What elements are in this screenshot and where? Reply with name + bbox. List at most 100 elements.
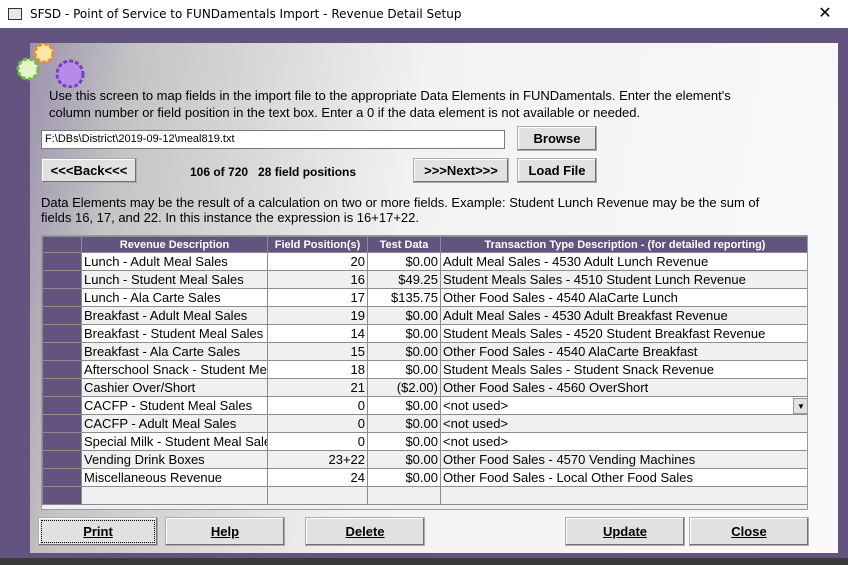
- cell-test-data: $0.00: [367, 396, 441, 415]
- browse-button[interactable]: Browse: [517, 126, 597, 151]
- header-field-positions[interactable]: Field Position(s): [267, 236, 368, 253]
- cell-text: <not used>: [443, 434, 509, 449]
- cell-field-position[interactable]: 15: [267, 342, 368, 361]
- cell-transaction-type[interactable]: ▼ <not used>: [440, 396, 807, 415]
- cell-transaction-type[interactable]: Student Meals Sales - 4520 Student Break…: [440, 324, 807, 343]
- table-row[interactable]: Breakfast - Student Meal Sales 14 $0.00 Stu…: [42, 324, 807, 343]
- cell-transaction-type[interactable]: Student Meals Sales - 4510 Student Lunch…: [440, 270, 807, 289]
- cell-transaction-type[interactable]: Other Food Sales - 4560 OverShort: [440, 378, 807, 397]
- cell-transaction-type[interactable]: Other Food Sales - 4540 AlaCarte Lunch: [440, 288, 807, 307]
- cell-field-position[interactable]: 20: [267, 252, 368, 271]
- cell-transaction-type[interactable]: Student Meals Sales - Student Snack Reve…: [440, 360, 807, 379]
- cell-transaction-type[interactable]: Other Food Sales - 4540 AlaCarte Breakfa…: [440, 342, 807, 361]
- cell-text: Lunch - Student Meal Sales: [84, 272, 244, 287]
- table-row[interactable]: Lunch - Adult Meal Sales 20 $0.00 Adult Mea…: [42, 252, 807, 271]
- cell-field-position[interactable]: 16: [267, 270, 368, 289]
- row-selector[interactable]: [42, 486, 82, 505]
- cell-transaction-type[interactable]: <not used>: [440, 414, 807, 433]
- cell-field-position[interactable]: 19: [267, 306, 368, 325]
- next-button[interactable]: >>>Next>>>: [413, 158, 509, 183]
- dropdown-arrow-icon[interactable]: ▼: [793, 397, 807, 414]
- cell-text: Breakfast - Student Meal Sales: [84, 326, 264, 341]
- cell-test-data: $0.00: [367, 432, 441, 451]
- update-button[interactable]: Update: [565, 517, 685, 546]
- cell-revenue-description: Lunch - Ala Carte Sales: [81, 288, 268, 307]
- cell-field-position[interactable]: 0: [267, 396, 368, 415]
- cell-field-position[interactable]: 18: [267, 360, 368, 379]
- cell-revenue-description: CACFP - Adult Meal Sales: [81, 414, 268, 433]
- table-row[interactable]: Afterschool Snack - Student Meal Sales 18…: [42, 360, 807, 379]
- file-path-input[interactable]: F:\DBs\District\2019-09-12\meal819.txt: [41, 130, 505, 149]
- cell-text: $0.00: [405, 308, 438, 323]
- cell-text: Other Food Sales - 4540 AlaCarte Lunch: [443, 290, 678, 305]
- table-row[interactable]: Miscellaneous Revenue 24 $0.00 Other Food S…: [42, 468, 807, 487]
- row-selector[interactable]: [42, 378, 82, 397]
- cell-field-position[interactable]: 21: [267, 378, 368, 397]
- cell-field-position[interactable]: 14: [267, 324, 368, 343]
- header-test-data[interactable]: Test Data: [367, 236, 441, 253]
- row-selector[interactable]: [42, 270, 82, 289]
- row-selector[interactable]: [42, 414, 82, 433]
- cell-text: $0.00: [405, 434, 438, 449]
- cell-empty[interactable]: [267, 486, 368, 505]
- cell-text: CACFP - Adult Meal Sales: [84, 416, 237, 431]
- cell-text: Miscellaneous Revenue: [84, 470, 223, 485]
- help-button[interactable]: Help: [165, 517, 285, 546]
- row-selector[interactable]: [42, 324, 82, 343]
- load-file-button[interactable]: Load File: [517, 158, 597, 183]
- row-selector[interactable]: [42, 432, 82, 451]
- cell-empty[interactable]: [81, 486, 268, 505]
- cell-text: $0.00: [405, 452, 438, 467]
- close-window-icon[interactable]: ✕: [802, 0, 848, 28]
- cell-field-position[interactable]: 17: [267, 288, 368, 307]
- cell-transaction-type[interactable]: Adult Meal Sales - 4530 Adult Breakfast …: [440, 306, 807, 325]
- delete-button[interactable]: Delete: [305, 517, 425, 546]
- cell-text: 23+22: [328, 452, 365, 467]
- row-selector-header: [42, 236, 82, 253]
- cell-test-data: $49.25: [367, 270, 441, 289]
- back-button[interactable]: <<<Back<<<: [41, 158, 137, 183]
- cell-transaction-type[interactable]: Adult Meal Sales - 4530 Adult Lunch Reve…: [440, 252, 807, 271]
- new-row[interactable]: [42, 486, 807, 505]
- table-row[interactable]: Special Milk - Student Meal Sales 0 $0.00 <…: [42, 432, 807, 451]
- cell-empty: [367, 486, 441, 505]
- cell-test-data: $0.00: [367, 468, 441, 487]
- table-row[interactable]: Lunch - Student Meal Sales 16 $49.25 Studen…: [42, 270, 807, 289]
- header-transaction-type[interactable]: Transaction Type Description - (for deta…: [440, 236, 807, 253]
- cell-text: 14: [350, 326, 365, 341]
- cell-empty[interactable]: [440, 486, 807, 505]
- row-selector[interactable]: [42, 468, 82, 487]
- table-row[interactable]: Vending Drink Boxes 23+22 $0.00 Other Food …: [42, 450, 807, 469]
- row-selector[interactable]: [42, 306, 82, 325]
- cell-field-position[interactable]: 0: [267, 432, 368, 451]
- cell-test-data: $0.00: [367, 342, 441, 361]
- row-selector[interactable]: [42, 360, 82, 379]
- cell-transaction-type[interactable]: Other Food Sales - 4570 Vending Machines: [440, 450, 807, 469]
- cell-revenue-description: Breakfast - Student Meal Sales: [81, 324, 268, 343]
- table-row[interactable]: Lunch - Ala Carte Sales 17 $135.75 Other Fo…: [42, 288, 807, 307]
- header-revenue-description[interactable]: Revenue Description: [81, 236, 268, 253]
- cell-field-position[interactable]: 24: [267, 468, 368, 487]
- close-button[interactable]: Close: [689, 517, 809, 546]
- gears-logo-icon: [16, 43, 85, 88]
- cell-transaction-type[interactable]: Other Food Sales - Local Other Food Sale…: [440, 468, 807, 487]
- cell-field-position[interactable]: 0: [267, 414, 368, 433]
- row-selector[interactable]: [42, 342, 82, 361]
- row-selector[interactable]: [42, 252, 82, 271]
- row-selector[interactable]: [42, 396, 82, 415]
- cell-text: Student Meals Sales - Student Snack Reve…: [443, 362, 714, 377]
- cell-transaction-type[interactable]: <not used>: [440, 432, 807, 451]
- table-row[interactable]: Breakfast - Adult Meal Sales 19 $0.00 Adult…: [42, 306, 807, 325]
- cell-text: Other Food Sales - 4560 OverShort: [443, 380, 649, 395]
- table-row[interactable]: CACFP - Student Meal Sales 0 $0.00 ▼ <not us…: [42, 396, 807, 415]
- row-selector[interactable]: [42, 288, 82, 307]
- row-selector[interactable]: [42, 450, 82, 469]
- cell-text: Student Meals Sales - 4510 Student Lunch…: [443, 272, 746, 287]
- cell-text: Breakfast - Ala Carte Sales: [84, 344, 241, 359]
- print-button[interactable]: Print: [38, 517, 158, 546]
- table-row[interactable]: Breakfast - Ala Carte Sales 15 $0.00 Other …: [42, 342, 807, 361]
- table-row[interactable]: Cashier Over/Short 21 ($2.00) Other Food Sa…: [42, 378, 807, 397]
- table-row[interactable]: CACFP - Adult Meal Sales 0 $0.00 <not used>: [42, 414, 807, 433]
- revenue-grid[interactable]: Revenue Description Field Position(s) Te…: [41, 235, 808, 510]
- cell-field-position[interactable]: 23+22: [267, 450, 368, 469]
